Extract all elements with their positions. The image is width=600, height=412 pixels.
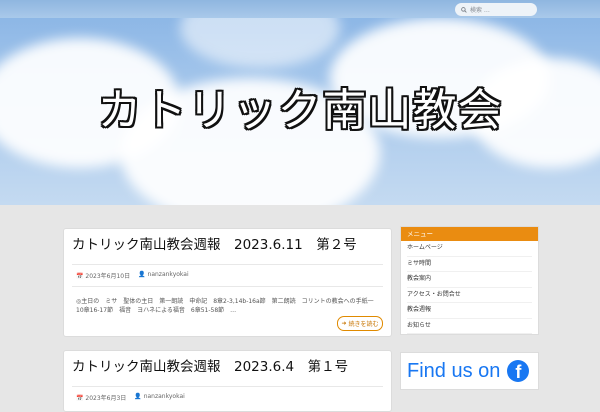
post-meta: 📅 2023年6月3日 👤 nanzankyokai — [64, 393, 391, 402]
post-date[interactable]: 📅 2023年6月10日 — [76, 271, 130, 280]
post-author[interactable]: 👤 nanzankyokai — [134, 393, 185, 402]
sidebar-item-news[interactable]: お知らせ — [407, 319, 532, 334]
post-card: カトリック南山教会週報 2023.6.11 第２号 📅 2023年6月10日 👤… — [63, 228, 392, 337]
arrow-right-icon: ➜ — [341, 320, 347, 327]
post-meta: 📅 2023年6月10日 👤 nanzankyokai — [64, 271, 391, 280]
search-icon — [461, 6, 467, 13]
post-card: カトリック南山教会週報 2023.6.4 第１号 📅 2023年6月3日 👤 n… — [63, 350, 392, 412]
facebook-icon: f — [507, 360, 530, 382]
sidebar-item-bulletin[interactable]: 教会週報 — [407, 303, 532, 319]
post-excerpt: ◎主日の ミサ 聖体の主日 第一朗読 申命記 8章2-3,14b-16a節 第二… — [76, 298, 380, 314]
sidebar-menu: メニュー ホームページ ミサ時間 教会案内 アクセス・お問合せ 教会週報 お知ら… — [400, 226, 539, 335]
search-placeholder: 検索 … — [470, 7, 490, 14]
header-banner: カトリック南山教会 — [0, 18, 600, 205]
site-title[interactable]: カトリック南山教会 — [0, 74, 600, 138]
top-bar: 検索 … — [0, 0, 600, 18]
read-more-button[interactable]: ➜ 続きを読む — [337, 316, 383, 331]
sidebar-item-mass-times[interactable]: ミサ時間 — [407, 257, 532, 272]
facebook-widget[interactable]: Find us on f — [400, 352, 539, 390]
search-input[interactable]: 検索 … — [455, 3, 537, 16]
sidebar-item-guide[interactable]: 教会案内 — [407, 272, 532, 288]
sidebar-item-access[interactable]: アクセス・お問合せ — [407, 288, 532, 303]
sidebar-heading: メニュー — [401, 227, 538, 241]
post-author[interactable]: 👤 nanzankyokai — [138, 271, 189, 280]
post-date[interactable]: 📅 2023年6月3日 — [76, 393, 126, 402]
sidebar-item-home[interactable]: ホームページ — [407, 241, 532, 257]
facebook-label: Find us on — [407, 359, 501, 382]
post-title[interactable]: カトリック南山教会週報 2023.6.4 第１号 — [64, 351, 391, 378]
post-title[interactable]: カトリック南山教会週報 2023.6.11 第２号 — [64, 229, 391, 256]
